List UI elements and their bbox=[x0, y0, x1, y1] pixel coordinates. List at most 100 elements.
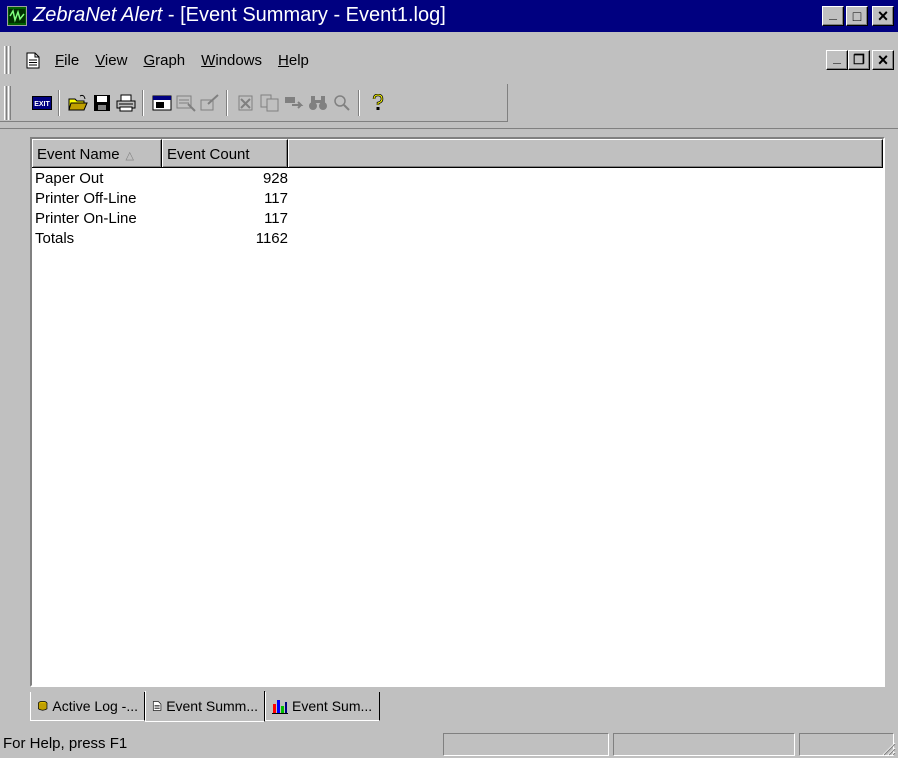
help-button[interactable] bbox=[367, 92, 389, 114]
menu-mnemonic: H bbox=[278, 52, 289, 69]
resize-grip-icon[interactable] bbox=[880, 740, 896, 756]
menu-mnemonic: V bbox=[95, 52, 105, 69]
maximize-button[interactable]: □ bbox=[846, 6, 868, 26]
magnifier-icon bbox=[334, 95, 350, 111]
open-button[interactable] bbox=[67, 92, 89, 114]
toolbar: EXIT bbox=[0, 84, 898, 124]
menu-item-windows[interactable]: Windows bbox=[201, 52, 262, 69]
app-icon[interactable] bbox=[7, 6, 27, 26]
zoom-button[interactable] bbox=[331, 92, 353, 114]
event-name-cell: Printer On-Line bbox=[35, 210, 137, 227]
filter-icon bbox=[176, 95, 196, 112]
binoculars-icon bbox=[309, 96, 327, 110]
list-row[interactable]: Paper Out 928 bbox=[32, 169, 883, 189]
event-count-cell: 928 bbox=[262, 170, 288, 187]
menu-bar: File View Graph Windows Help _ ❐ × bbox=[0, 44, 898, 76]
print-button[interactable] bbox=[115, 92, 137, 114]
cut-icon bbox=[238, 95, 253, 111]
route-button[interactable] bbox=[283, 92, 305, 114]
title-bar[interactable]: ZebraNet Alert - [Event Summary - Event1… bbox=[0, 0, 898, 32]
column-header-event-name[interactable]: Event Name △ bbox=[32, 139, 162, 167]
copy-button[interactable] bbox=[259, 92, 281, 114]
event-count-cell: 1162 bbox=[255, 230, 288, 247]
app-window: ZebraNet Alert - [Event Summary - Event1… bbox=[0, 0, 898, 758]
wand-button[interactable] bbox=[199, 92, 221, 114]
event-count-cell: 117 bbox=[264, 190, 288, 207]
list-header: Event Name △ Event Count bbox=[32, 139, 883, 168]
menu-item-help[interactable]: Help bbox=[278, 52, 309, 69]
document-icon bbox=[152, 701, 162, 711]
tab-label: Event Sum... bbox=[292, 698, 373, 714]
minimize-icon: _ bbox=[829, 5, 837, 21]
help-icon bbox=[372, 94, 384, 110]
event-name-cell: Totals bbox=[35, 230, 75, 247]
event-name-cell: Paper Out bbox=[35, 170, 104, 187]
menubar-grip[interactable] bbox=[4, 46, 7, 74]
status-text: For Help, press F1 bbox=[3, 735, 128, 752]
menu-label-rest: raph bbox=[155, 52, 186, 69]
toolbar-separator bbox=[58, 90, 60, 116]
list-row[interactable]: Printer On-Line 117 bbox=[32, 209, 883, 229]
column-header-event-count[interactable]: Event Count bbox=[162, 139, 288, 167]
menu-label-rest: indows bbox=[215, 52, 263, 69]
menu-mnemonic: W bbox=[201, 52, 216, 69]
tab-label: Active Log -... bbox=[52, 698, 138, 714]
exit-button[interactable]: EXIT bbox=[31, 92, 53, 114]
menubar-grip-2[interactable] bbox=[8, 46, 11, 74]
route-icon bbox=[285, 97, 304, 109]
child-minimize-button[interactable]: _ bbox=[826, 49, 848, 70]
find-button[interactable] bbox=[307, 92, 329, 114]
window-icon bbox=[152, 95, 172, 111]
document-icon[interactable] bbox=[26, 52, 40, 69]
list-row[interactable]: Totals 1162 bbox=[32, 229, 883, 249]
close-icon: × bbox=[877, 5, 889, 26]
window-title: ZebraNet Alert - [Event Summary - Event1… bbox=[33, 3, 446, 27]
list-row[interactable]: Printer Off-Line 117 bbox=[32, 189, 883, 209]
toolbar-separator bbox=[358, 90, 360, 116]
toolbar-grip[interactable] bbox=[4, 86, 7, 120]
tab-event-summary-list[interactable]: Event Summ... bbox=[145, 691, 265, 722]
sort-ascending-icon: △ bbox=[125, 150, 135, 162]
minimize-icon: _ bbox=[833, 49, 841, 65]
restore-icon: ❐ bbox=[853, 52, 865, 67]
toolbar-separator bbox=[226, 90, 228, 116]
title-app-name: ZebraNet Alert bbox=[33, 4, 163, 26]
cut-button[interactable] bbox=[235, 92, 257, 114]
menu-mnemonic: G bbox=[143, 52, 156, 69]
menu-item-file[interactable]: File bbox=[55, 52, 79, 69]
menu-label-rest: ile bbox=[64, 52, 80, 69]
toolbar-band: EXIT bbox=[0, 84, 508, 122]
maximize-icon: □ bbox=[852, 8, 862, 24]
toolbar-grip-2[interactable] bbox=[8, 86, 11, 120]
print-icon bbox=[116, 94, 136, 112]
title-document: - [Event Summary - Event1.log] bbox=[162, 4, 446, 26]
view-log-button[interactable] bbox=[151, 92, 173, 114]
exit-icon: EXIT bbox=[32, 96, 52, 110]
close-icon: × bbox=[877, 49, 889, 70]
open-folder-icon bbox=[68, 94, 88, 111]
event-summary-list[interactable]: Event Name △ Event Count Paper Out 928 Prin… bbox=[32, 139, 883, 685]
status-panel bbox=[443, 733, 609, 756]
toolbar-separator bbox=[142, 90, 144, 116]
child-close-button[interactable]: × bbox=[872, 50, 894, 70]
event-count-cell: 117 bbox=[264, 210, 288, 227]
menu-item-view[interactable]: View bbox=[95, 52, 127, 69]
status-panel bbox=[613, 733, 795, 756]
menu-item-graph[interactable]: Graph bbox=[143, 52, 185, 69]
column-label: Event Name bbox=[37, 146, 120, 163]
tab-event-summary-graph[interactable]: Event Sum... bbox=[265, 692, 380, 721]
child-restore-button[interactable]: ❐ bbox=[848, 50, 870, 70]
save-icon bbox=[94, 95, 110, 111]
column-header-empty bbox=[288, 139, 883, 167]
bar-chart-icon bbox=[272, 700, 288, 714]
save-button[interactable] bbox=[91, 92, 113, 114]
list-rows: Paper Out 928 Printer Off-Line 117 Printer O… bbox=[32, 169, 883, 249]
menu-label-rest: elp bbox=[288, 52, 309, 69]
exit-icon-label: EXIT bbox=[34, 101, 50, 108]
filter-button[interactable] bbox=[175, 92, 197, 114]
close-button[interactable]: × bbox=[872, 6, 894, 26]
database-icon bbox=[38, 701, 48, 711]
tab-active-log[interactable]: Active Log -... bbox=[30, 692, 145, 721]
minimize-button[interactable]: _ bbox=[822, 5, 844, 26]
status-bar: For Help, press F1 bbox=[0, 731, 898, 758]
